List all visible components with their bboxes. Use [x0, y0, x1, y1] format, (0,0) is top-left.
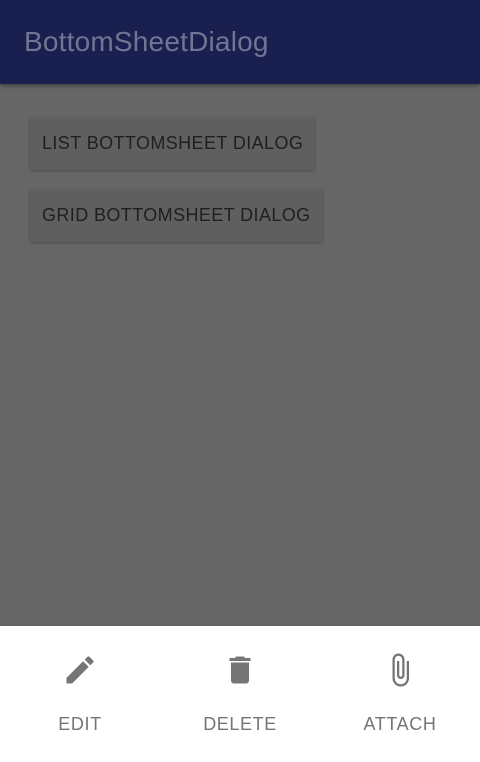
sheet-item-label: EDIT	[58, 714, 102, 734]
sheet-item-label: ATTACH	[363, 714, 437, 734]
list-bottomsheet-dialog-button[interactable]: LIST BOTTOMSHEET DIALOG	[30, 117, 316, 170]
main-content: LIST BOTTOMSHEET DIALOG GRID BOTTOMSHEET…	[30, 117, 323, 261]
trash-icon	[222, 652, 258, 688]
app-bar: BottomSheetDialog	[0, 0, 480, 84]
app-title: BottomSheetDialog	[24, 26, 269, 57]
sheet-item-delete[interactable]: DELETE	[160, 626, 320, 762]
sheet-item-edit[interactable]: EDIT	[0, 626, 160, 762]
bottom-sheet: EDIT DELETE ATTACH	[0, 626, 480, 762]
sheet-item-label: DELETE	[203, 714, 277, 734]
grid-bottomsheet-dialog-button[interactable]: GRID BOTTOMSHEET DIALOG	[30, 189, 323, 242]
sheet-item-attach[interactable]: ATTACH	[320, 626, 480, 762]
pencil-icon	[62, 652, 98, 688]
screen: BottomSheetDialog LIST BOTTOMSHEET DIALO…	[0, 0, 480, 762]
paperclip-icon	[382, 652, 418, 688]
